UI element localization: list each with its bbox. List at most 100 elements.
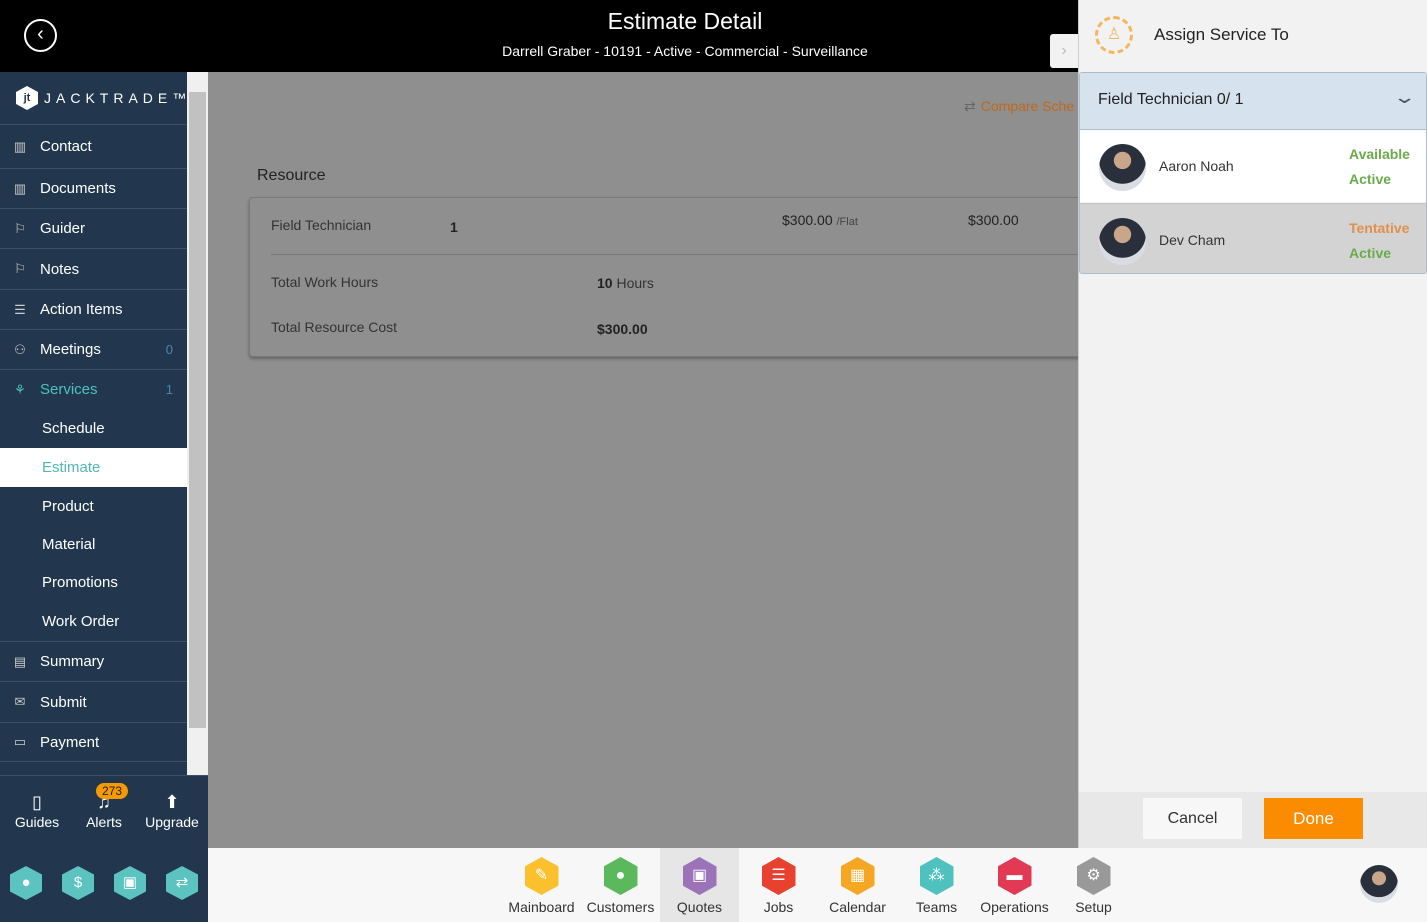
hours-label: Total Work Hours: [271, 274, 379, 290]
hours-unit: Hours: [616, 275, 654, 291]
panel-title: Assign Service To: [1154, 25, 1289, 44]
assign-panel: ♙ Assign Service To Field Technician 0/ …: [1078, 0, 1427, 848]
label: Summary: [40, 653, 105, 670]
label: Submit: [40, 693, 87, 711]
sidebar-item-schedule[interactable]: Schedule: [0, 409, 187, 448]
sidebar-item-meetings[interactable]: ⚇ Meetings 0: [0, 329, 187, 369]
label: Payment: [40, 733, 100, 751]
operations-icon: ▬: [997, 857, 1032, 895]
cancel-button[interactable]: Cancel: [1143, 798, 1242, 839]
app-teams[interactable]: ⁂ Teams: [897, 848, 976, 922]
collapse-panel-button[interactable]: ›: [1050, 34, 1078, 68]
label: Notes: [40, 260, 80, 278]
availability: Available: [1349, 146, 1410, 162]
logo: jt JACKTRADE™: [16, 86, 191, 110]
services-count: 1: [165, 382, 173, 397]
user-avatar[interactable]: [1360, 865, 1398, 903]
sidebar-item-estimate[interactable]: Estimate: [0, 448, 187, 487]
services-icon: ⚘: [14, 381, 26, 397]
app-label: Mainboard: [508, 899, 575, 915]
technician-row[interactable]: Dev Cham Tentative Active: [1080, 203, 1426, 273]
documents-icon: ▥: [13, 180, 27, 196]
jobs-icon: ☰: [761, 857, 796, 895]
meetings-icon: ⚇: [14, 341, 26, 357]
money-icon[interactable]: ▣: [114, 866, 146, 900]
upgrade-button[interactable]: ⬆ Upgrade: [141, 792, 203, 830]
chevron-down-icon[interactable]: ⌄: [1392, 87, 1416, 108]
sidebar-item-guider[interactable]: ⚐ Guider: [0, 208, 187, 248]
role-quantity: 1: [450, 219, 458, 235]
sidebar-item-product[interactable]: Product: [0, 487, 187, 525]
sidebar-item-contact[interactable]: ▥ Contact: [0, 124, 187, 168]
label: Action Items: [40, 301, 123, 318]
summary-icon: ▤: [13, 653, 27, 669]
sidebar-item-payment[interactable]: ▭ Payment: [0, 722, 187, 762]
app-label: Customers: [586, 899, 655, 915]
sidebar-item-submit[interactable]: ✉ Submit: [0, 681, 187, 722]
clipboard-icon: ☰: [14, 301, 26, 317]
signpost-icon: ⚐: [14, 261, 26, 276]
sidebar-item-notes[interactable]: ⚐ Notes: [0, 248, 187, 289]
status: Active: [1349, 245, 1392, 261]
technician-row[interactable]: Aaron Noah Available Active: [1080, 130, 1426, 202]
sidebar-item-action-items[interactable]: ☰ Action Items: [0, 289, 187, 329]
panel-footer: Cancel Done: [1079, 792, 1427, 848]
sidebar-item-summary[interactable]: ▤ Summary: [0, 641, 187, 681]
guides-button[interactable]: ▯ Guides: [7, 792, 67, 830]
label: Work Order: [42, 613, 120, 630]
contact-book-icon: ▥: [13, 138, 27, 154]
gear-person-icon: ♙: [1095, 16, 1133, 54]
sidebar: jt JACKTRADE™ ▥ Contact ▥ Documents ⚐ Guider…: [0, 72, 187, 848]
label: Meetings: [40, 341, 101, 358]
book-icon: ▯: [32, 792, 42, 812]
technician-group: Field Technician 0/ 1 ⌄ Aaron Noah Avail…: [1079, 72, 1427, 274]
label: Guides: [14, 814, 60, 830]
rate-unit: /Flat: [836, 216, 858, 228]
workflow-icon[interactable]: ⇄: [166, 866, 198, 900]
app-mainboard[interactable]: ✎ Mainboard: [502, 848, 581, 922]
hours: 10 Hours: [597, 275, 654, 291]
cost-label: Total Resource Cost: [271, 319, 398, 335]
app-label: Setup: [1075, 899, 1112, 915]
alerts-badge: 273: [96, 783, 129, 799]
sidebar-item-services[interactable]: ⚘ Services 1: [0, 369, 187, 409]
sidebar-bottom-nav: ▯ Guides ♫ Alerts 273 ⬆ Upgrade: [0, 775, 208, 848]
swap-icon: ⇄: [964, 98, 976, 114]
label: Promotions: [42, 574, 118, 591]
app-setup[interactable]: ⚙ Setup: [1054, 848, 1133, 922]
label: Schedule: [42, 420, 105, 437]
label: Documents: [40, 180, 116, 197]
line-total: $300.00: [968, 212, 1019, 228]
label: Compare Sche: [980, 98, 1075, 114]
label: Product: [42, 497, 94, 515]
sidebar-item-material[interactable]: Material: [0, 525, 187, 563]
signpost-icon: ⚐: [14, 220, 26, 236]
sidebar-item-work-order[interactable]: Work Order: [0, 602, 187, 641]
group-header[interactable]: Field Technician 0/ 1 ⌄: [1080, 73, 1426, 130]
payment-icon: ▭: [13, 734, 27, 749]
app-customers[interactable]: ● Customers: [581, 848, 660, 922]
quick-actions: ● $ ▣ ⇄: [0, 848, 208, 922]
person-icon[interactable]: ●: [10, 866, 42, 900]
app-operations[interactable]: ▬ Operations: [975, 848, 1054, 922]
scrollbar-thumb[interactable]: [189, 92, 206, 728]
avatar: [1099, 218, 1146, 265]
compare-schedule-link[interactable]: ⇄ Compare Sche: [964, 98, 1074, 115]
label: Material: [42, 535, 96, 553]
resource-card: Field Technician 1 $300.00 /Flat $300.00…: [249, 197, 1091, 357]
app-calendar[interactable]: ▦ Calendar: [818, 848, 897, 922]
group-title: Field Technician 0/ 1: [1098, 91, 1244, 108]
label: Contact: [40, 138, 92, 155]
technician-name: Aaron Noah: [1159, 158, 1234, 174]
app-quotes[interactable]: ▣ Quotes: [660, 848, 739, 922]
sidebar-item-documents[interactable]: ▥ Documents: [0, 168, 187, 208]
sidebar-item-promotions[interactable]: Promotions: [0, 563, 187, 602]
teams-icon: ⁂: [919, 857, 954, 895]
label: Upgrade: [145, 814, 199, 830]
technician-name: Dev Cham: [1159, 232, 1226, 248]
arrow-up-icon: ⬆: [164, 792, 180, 812]
app-jobs[interactable]: ☰ Jobs: [739, 848, 818, 922]
done-button[interactable]: Done: [1264, 798, 1363, 839]
avatar: [1099, 144, 1146, 191]
dollar-icon[interactable]: $: [62, 866, 94, 900]
